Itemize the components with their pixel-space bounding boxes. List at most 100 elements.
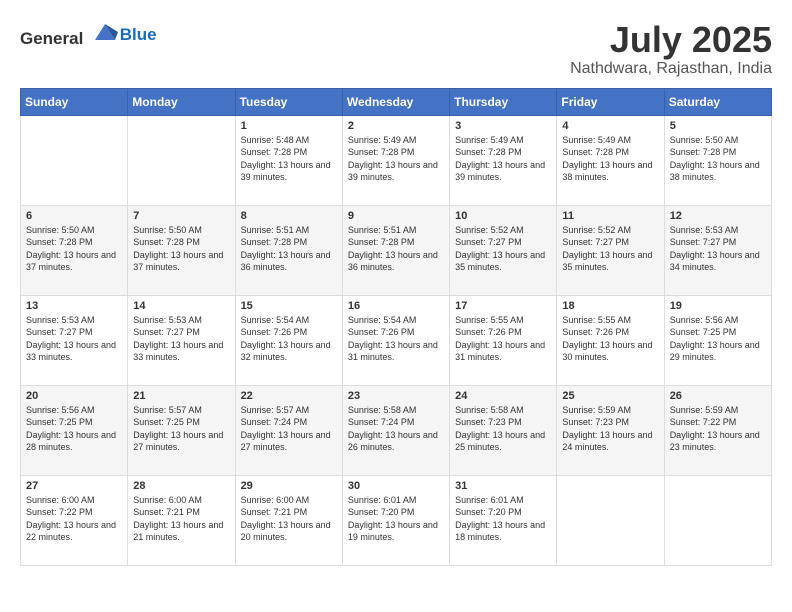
daylight-text: Daylight: 13 hours and 38 minutes. [562, 160, 652, 183]
day-number: 30 [348, 480, 444, 492]
sunrise-text: Sunrise: 6:01 AM [348, 495, 417, 505]
daylight-text: Daylight: 13 hours and 26 minutes. [348, 430, 438, 453]
logo-text-general: General [20, 29, 83, 48]
week-row-5: 27 Sunrise: 6:00 AM Sunset: 7:22 PM Dayl… [21, 475, 772, 565]
calendar-cell: 15 Sunrise: 5:54 AM Sunset: 7:26 PM Dayl… [235, 295, 342, 385]
calendar-cell: 28 Sunrise: 6:00 AM Sunset: 7:21 PM Dayl… [128, 475, 235, 565]
daylight-text: Daylight: 13 hours and 33 minutes. [26, 340, 116, 363]
sunset-text: Sunset: 7:21 PM [241, 507, 308, 517]
calendar-cell [21, 115, 128, 205]
day-number: 10 [455, 210, 551, 222]
day-number: 26 [670, 390, 766, 402]
calendar-cell: 23 Sunrise: 5:58 AM Sunset: 7:24 PM Dayl… [342, 385, 449, 475]
sunset-text: Sunset: 7:28 PM [133, 237, 200, 247]
day-info: Sunrise: 5:54 AM Sunset: 7:26 PM Dayligh… [348, 314, 444, 364]
sunrise-text: Sunrise: 5:52 AM [562, 225, 631, 235]
sunrise-text: Sunrise: 6:00 AM [133, 495, 202, 505]
sunset-text: Sunset: 7:20 PM [455, 507, 522, 517]
day-number: 29 [241, 480, 337, 492]
sunset-text: Sunset: 7:28 PM [348, 237, 415, 247]
location-subtitle: Nathdwara, Rajasthan, India [570, 60, 772, 78]
sunset-text: Sunset: 7:24 PM [241, 417, 308, 427]
day-number: 20 [26, 390, 122, 402]
calendar-cell: 12 Sunrise: 5:53 AM Sunset: 7:27 PM Dayl… [664, 205, 771, 295]
daylight-text: Daylight: 13 hours and 34 minutes. [670, 250, 760, 273]
daylight-text: Daylight: 13 hours and 35 minutes. [562, 250, 652, 273]
day-info: Sunrise: 5:53 AM Sunset: 7:27 PM Dayligh… [670, 224, 766, 274]
sunrise-text: Sunrise: 5:51 AM [348, 225, 417, 235]
day-number: 14 [133, 300, 229, 312]
sunset-text: Sunset: 7:24 PM [348, 417, 415, 427]
calendar-cell: 30 Sunrise: 6:01 AM Sunset: 7:20 PM Dayl… [342, 475, 449, 565]
sunset-text: Sunset: 7:26 PM [562, 327, 629, 337]
day-number: 23 [348, 390, 444, 402]
day-number: 17 [455, 300, 551, 312]
daylight-text: Daylight: 13 hours and 25 minutes. [455, 430, 545, 453]
day-info: Sunrise: 5:48 AM Sunset: 7:28 PM Dayligh… [241, 134, 337, 184]
day-number: 18 [562, 300, 658, 312]
daylight-text: Daylight: 13 hours and 19 minutes. [348, 520, 438, 543]
sunset-text: Sunset: 7:25 PM [670, 327, 737, 337]
day-info: Sunrise: 5:49 AM Sunset: 7:28 PM Dayligh… [562, 134, 658, 184]
calendar-cell [557, 475, 664, 565]
daylight-text: Daylight: 13 hours and 36 minutes. [241, 250, 331, 273]
daylight-text: Daylight: 13 hours and 21 minutes. [133, 520, 223, 543]
column-header-thursday: Thursday [450, 88, 557, 115]
sunset-text: Sunset: 7:22 PM [670, 417, 737, 427]
day-info: Sunrise: 5:58 AM Sunset: 7:23 PM Dayligh… [455, 404, 551, 454]
sunset-text: Sunset: 7:28 PM [348, 147, 415, 157]
day-number: 16 [348, 300, 444, 312]
daylight-text: Daylight: 13 hours and 20 minutes. [241, 520, 331, 543]
sunrise-text: Sunrise: 5:53 AM [26, 315, 95, 325]
day-info: Sunrise: 5:56 AM Sunset: 7:25 PM Dayligh… [670, 314, 766, 364]
day-info: Sunrise: 5:50 AM Sunset: 7:28 PM Dayligh… [670, 134, 766, 184]
sunset-text: Sunset: 7:28 PM [455, 147, 522, 157]
day-info: Sunrise: 5:56 AM Sunset: 7:25 PM Dayligh… [26, 404, 122, 454]
daylight-text: Daylight: 13 hours and 31 minutes. [455, 340, 545, 363]
calendar-cell: 3 Sunrise: 5:49 AM Sunset: 7:28 PM Dayli… [450, 115, 557, 205]
sunrise-text: Sunrise: 5:55 AM [562, 315, 631, 325]
sunset-text: Sunset: 7:26 PM [455, 327, 522, 337]
sunrise-text: Sunrise: 5:50 AM [26, 225, 95, 235]
day-info: Sunrise: 5:52 AM Sunset: 7:27 PM Dayligh… [562, 224, 658, 274]
calendar-cell: 1 Sunrise: 5:48 AM Sunset: 7:28 PM Dayli… [235, 115, 342, 205]
sunset-text: Sunset: 7:22 PM [26, 507, 93, 517]
sunrise-text: Sunrise: 5:49 AM [455, 135, 524, 145]
column-header-saturday: Saturday [664, 88, 771, 115]
column-header-sunday: Sunday [21, 88, 128, 115]
daylight-text: Daylight: 13 hours and 36 minutes. [348, 250, 438, 273]
logo-text-blue: Blue [120, 25, 157, 44]
daylight-text: Daylight: 13 hours and 37 minutes. [26, 250, 116, 273]
sunrise-text: Sunrise: 5:55 AM [455, 315, 524, 325]
calendar-table: SundayMondayTuesdayWednesdayThursdayFrid… [20, 88, 772, 566]
calendar-cell: 26 Sunrise: 5:59 AM Sunset: 7:22 PM Dayl… [664, 385, 771, 475]
day-number: 1 [241, 120, 337, 132]
calendar-cell: 22 Sunrise: 5:57 AM Sunset: 7:24 PM Dayl… [235, 385, 342, 475]
day-info: Sunrise: 6:00 AM Sunset: 7:21 PM Dayligh… [241, 494, 337, 544]
day-number: 7 [133, 210, 229, 222]
column-header-friday: Friday [557, 88, 664, 115]
calendar-cell: 9 Sunrise: 5:51 AM Sunset: 7:28 PM Dayli… [342, 205, 449, 295]
sunrise-text: Sunrise: 5:48 AM [241, 135, 310, 145]
sunrise-text: Sunrise: 6:00 AM [241, 495, 310, 505]
calendar-cell: 24 Sunrise: 5:58 AM Sunset: 7:23 PM Dayl… [450, 385, 557, 475]
column-header-tuesday: Tuesday [235, 88, 342, 115]
day-info: Sunrise: 5:57 AM Sunset: 7:25 PM Dayligh… [133, 404, 229, 454]
day-number: 8 [241, 210, 337, 222]
sunset-text: Sunset: 7:26 PM [348, 327, 415, 337]
sunrise-text: Sunrise: 5:54 AM [241, 315, 310, 325]
day-number: 3 [455, 120, 551, 132]
calendar-cell: 2 Sunrise: 5:49 AM Sunset: 7:28 PM Dayli… [342, 115, 449, 205]
week-row-3: 13 Sunrise: 5:53 AM Sunset: 7:27 PM Dayl… [21, 295, 772, 385]
sunrise-text: Sunrise: 5:52 AM [455, 225, 524, 235]
daylight-text: Daylight: 13 hours and 31 minutes. [348, 340, 438, 363]
calendar-cell: 6 Sunrise: 5:50 AM Sunset: 7:28 PM Dayli… [21, 205, 128, 295]
sunrise-text: Sunrise: 5:57 AM [241, 405, 310, 415]
daylight-text: Daylight: 13 hours and 32 minutes. [241, 340, 331, 363]
daylight-text: Daylight: 13 hours and 23 minutes. [670, 430, 760, 453]
calendar-cell: 10 Sunrise: 5:52 AM Sunset: 7:27 PM Dayl… [450, 205, 557, 295]
title-area: July 2025 Nathdwara, Rajasthan, India [570, 20, 772, 78]
calendar-cell [664, 475, 771, 565]
day-info: Sunrise: 5:54 AM Sunset: 7:26 PM Dayligh… [241, 314, 337, 364]
sunset-text: Sunset: 7:27 PM [26, 327, 93, 337]
